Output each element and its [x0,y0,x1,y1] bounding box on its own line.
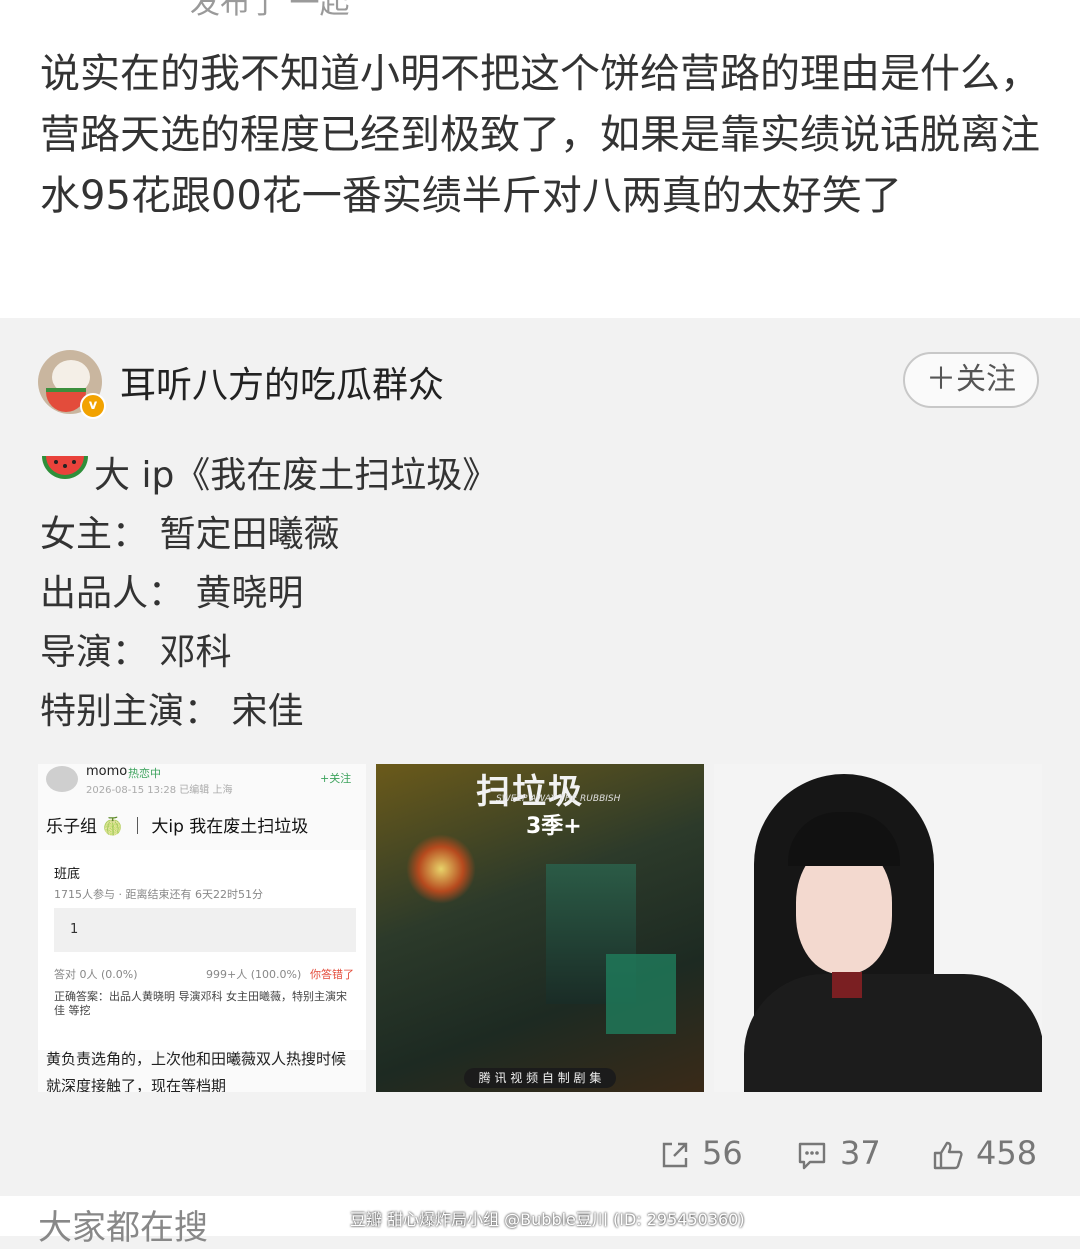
comment-count: 37 [840,1134,881,1172]
cut-header-text: 发布了 一起 [190,0,350,21]
author-name[interactable]: 耳听八方的吃瓜群众 [120,356,444,408]
share-count: 56 [702,1134,743,1172]
watermark: 豆瓣 甜心爆炸局小组 @Bubble豆川 (ID: 295450360) [350,1210,745,1229]
repost-line-lead: 女主： 暂定田曦薇 [40,514,340,555]
post-body-area: 发布了 一起 说实在的我不知道小明不把这个饼给营路的理由是什么，营路天选的程度已… [0,0,1080,318]
repost-line-special: 特别主演： 宋佳 [40,691,304,732]
comment-stat[interactable]: 37 [796,1134,881,1174]
poster-banner: 腾 讯 视 频 自 制 剧 集 [464,1068,616,1088]
like-stat[interactable]: 458 [932,1134,1037,1174]
mini-option: 1 [70,922,79,937]
image-thumbnail-3[interactable] [714,764,1042,1092]
image-thumbnail-2[interactable]: 扫垃圾 SWEEP AWAY THE RUBBISH 3季+ 腾 讯 视 频 自… [376,764,704,1092]
post-text: 说实在的我不知道小明不把这个饼给营路的理由是什么，营路天选的程度已经到极致了，如… [40,51,1040,219]
mini-avatar [46,766,78,792]
mini-answer: 正确答案：出品人黄晓明 导演邓科 女主田曦薇，特别主演宋佳 等挖 [54,990,347,1017]
repost-line-producer: 出品人： 黄晓明 [40,573,304,614]
mini-comment: 黄负责选角的，上次他和田曦薇双人热搜时候就深度接触了，现在等档期 [46,1050,347,1092]
comment-icon [798,1142,826,1170]
mini-res-right: 你答错了 [310,968,354,981]
follow-button[interactable]: ＋关注 [903,352,1039,408]
poster-flower-shape [406,834,476,904]
thumbs-up-icon [933,1141,963,1170]
portrait-jacket [744,974,1042,1092]
mini-poll-meta: 1715人参与 · 距离结束还有 6天22时51分 [54,888,263,901]
mini-res-left: 答对 0人 (0.0%) [54,968,138,981]
mini-user: momo [86,764,128,779]
trending-search-label[interactable]: 大家都在搜 [38,1200,208,1249]
watermelon-icon [42,456,88,479]
poster-tv-glow [606,954,676,1034]
mini-title: 乐子组 🍈 ｜ 大ip 我在废土扫垃圾 [46,817,309,837]
portrait-tie [832,972,862,998]
repost-line-title: 大 ip《我在废土扫垃圾》 [94,455,499,496]
repost-line-director: 导演： 邓科 [40,632,232,673]
poster-season: 3季+ [526,814,582,839]
verified-badge-icon: v [80,393,106,419]
poster-title: 扫垃圾 [476,772,584,812]
mini-date: 2026-08-15 13:28 已编辑 上海 [86,785,233,796]
mini-res-mid: 999+人 (100.0%) [206,968,302,981]
share-icon [662,1142,688,1168]
mini-tag: 热恋中 [128,767,161,780]
like-count: 458 [976,1134,1038,1172]
image-thumbnail-1[interactable]: momo 热恋中 2026-08-15 13:28 已编辑 上海 +关注 乐子组… [38,764,366,1092]
poster-english: SWEEP AWAY THE RUBBISH [496,794,621,804]
mini-option-bar [54,908,356,952]
mini-poll-title: 班底 [54,867,81,882]
share-stat[interactable]: 56 [660,1134,743,1174]
mini-follow: +关注 [320,772,352,785]
